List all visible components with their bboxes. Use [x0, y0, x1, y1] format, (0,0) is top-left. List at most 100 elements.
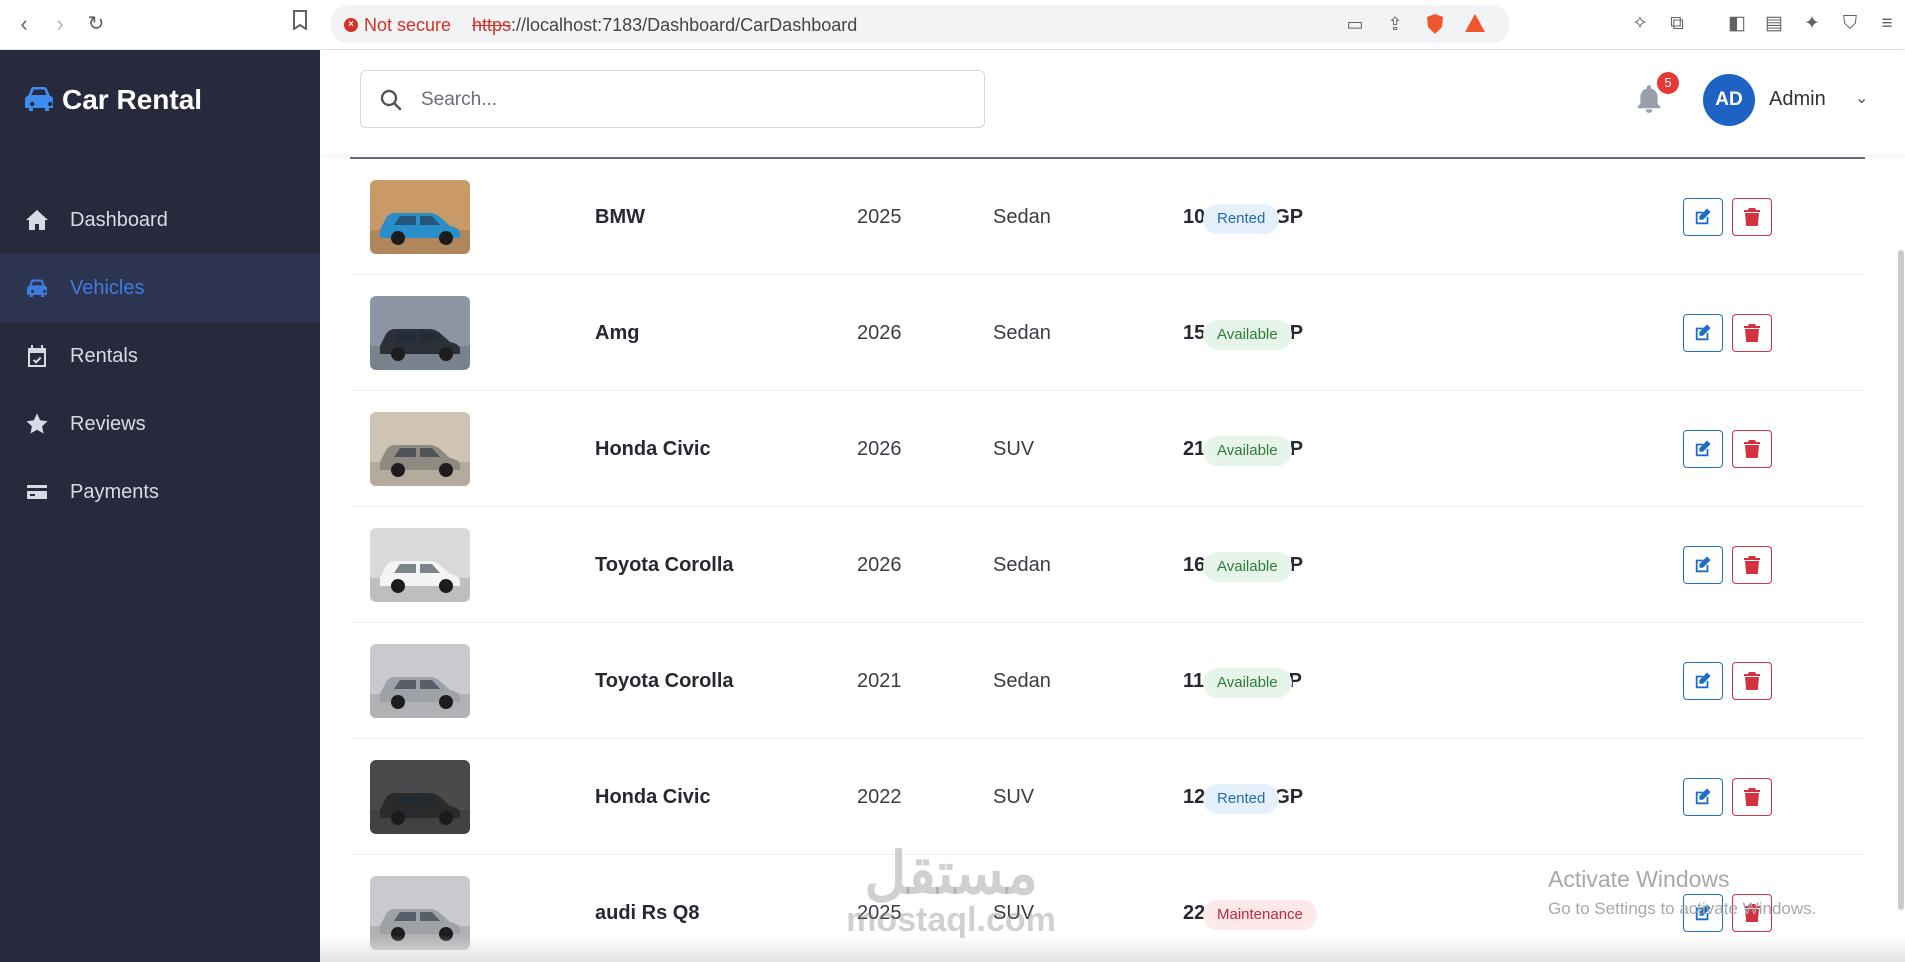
delete-button[interactable] [1732, 546, 1772, 584]
delete-button[interactable] [1732, 778, 1772, 816]
card-icon[interactable]: ▭ [1344, 13, 1366, 35]
status-badge: Available [1203, 320, 1292, 350]
share-icon[interactable]: ⇪ [1384, 13, 1406, 35]
activate-windows-notice: Activate Windows Go to Settings to activ… [1548, 866, 1816, 919]
delete-button[interactable] [1732, 198, 1772, 236]
car-thumbnail [370, 528, 470, 602]
notification-badge: 5 [1657, 72, 1679, 94]
vehicles-table: BMW2025Sedan1000.00 EGPRentedAmg2026Seda… [320, 154, 1905, 962]
home-icon [24, 207, 50, 233]
vpn-icon[interactable]: ⛉ [1838, 12, 1862, 36]
edit-button[interactable] [1683, 314, 1723, 352]
sidebar-item-rentals[interactable]: Rentals [0, 322, 320, 390]
vehicle-year: 2021 [857, 669, 902, 692]
status-badge: Rented [1203, 784, 1280, 814]
delete-button[interactable] [1732, 430, 1772, 468]
sidebar-item-label: Reviews [70, 412, 146, 435]
sidebar-item-dashboard[interactable]: Dashboard [0, 186, 320, 254]
edit-button[interactable] [1683, 778, 1723, 816]
search-box[interactable] [360, 70, 985, 128]
status-badge: Available [1203, 436, 1292, 466]
car-thumbnail [370, 180, 470, 254]
car-logo-icon [25, 87, 53, 111]
browser-toolbar: ‹ › ↻ × Not secure https://localhost:718… [0, 0, 1905, 50]
vehicle-type: SUV [993, 785, 1035, 808]
sidebar-item-label: Dashboard [70, 208, 168, 231]
car-thumbnail [370, 760, 470, 834]
screenshot-icon[interactable]: ⧉ [1665, 12, 1689, 36]
extensions-icon[interactable]: ✧ [1628, 12, 1652, 36]
sidebar-item-label: Vehicles [70, 276, 145, 299]
bookmark-icon[interactable] [286, 10, 314, 38]
activate-title: Activate Windows [1548, 866, 1730, 892]
not-secure-icon: × [344, 18, 358, 32]
edit-button[interactable] [1683, 546, 1723, 584]
car-photo [370, 412, 470, 486]
car-photo [370, 760, 470, 834]
car-icon [24, 275, 50, 301]
sidebar-menu: Dashboard Vehicles Rentals Reviews Payme… [0, 186, 320, 526]
vehicle-type: SUV [993, 437, 1035, 460]
sidebar-item-vehicles[interactable]: Vehicles [0, 254, 320, 322]
vehicle-year: 2025 [857, 205, 902, 228]
edit-icon [1695, 324, 1711, 341]
edit-button[interactable] [1683, 430, 1723, 468]
wallet-icon[interactable]: ▤ [1762, 12, 1786, 36]
page-scrollbar[interactable] [1898, 250, 1904, 910]
leo-ai-icon[interactable]: ✦ [1800, 12, 1824, 36]
table-row: Honda Civic2022SUV1200.00 EGPRented [350, 739, 1865, 855]
top-header: 5 AD Admin ⌄ [320, 50, 1905, 154]
watermark-latin: mostaql.com [846, 901, 1056, 939]
delete-button[interactable] [1732, 314, 1772, 352]
vehicle-make: Amg [595, 321, 640, 344]
address-bar[interactable]: × Not secure https://localhost:7183/Dash… [330, 5, 1510, 43]
url-path: ://localhost:7183/Dashboard/CarDashboard [511, 15, 858, 35]
vehicle-type: Sedan [993, 205, 1051, 228]
vehicle-year: 2026 [857, 437, 902, 460]
forward-icon[interactable]: › [46, 10, 74, 38]
url-text[interactable]: https://localhost:7183/Dashboard/CarDash… [472, 15, 857, 36]
security-label[interactable]: Not secure [364, 15, 451, 36]
avatar[interactable]: AD [1703, 74, 1755, 126]
edit-icon [1695, 440, 1711, 457]
brand[interactable]: Car Rental [22, 80, 202, 120]
edit-icon [1695, 208, 1711, 225]
back-icon[interactable]: ‹ [10, 10, 38, 38]
sidebar-item-payments[interactable]: Payments [0, 458, 320, 526]
table-row: Toyota Corolla2021Sedan1100.00 EGPAvaila… [350, 623, 1865, 739]
url-protocol: https [472, 15, 512, 35]
vehicle-make: Toyota Corolla [595, 669, 734, 692]
brave-shield-icon[interactable] [1424, 13, 1446, 35]
vehicle-make: BMW [595, 205, 645, 228]
vehicle-type: Sedan [993, 553, 1051, 576]
edit-icon [1695, 672, 1711, 689]
sidebar-toggle-icon[interactable]: ◧ [1725, 12, 1749, 36]
watermark-arabic: مستقل [864, 841, 1038, 906]
bottom-fade [320, 935, 1905, 962]
edit-button[interactable] [1683, 662, 1723, 700]
table-row: BMW2025Sedan1000.00 EGPRented [350, 159, 1865, 275]
edit-button[interactable] [1683, 198, 1723, 236]
trash-icon [1744, 672, 1760, 690]
star-icon [24, 411, 50, 437]
trash-icon [1744, 556, 1760, 574]
reload-icon[interactable]: ↻ [82, 10, 110, 38]
car-photo [370, 180, 470, 254]
sidebar-item-reviews[interactable]: Reviews [0, 390, 320, 458]
edit-icon [1695, 556, 1711, 573]
user-name[interactable]: Admin [1769, 88, 1826, 111]
brave-rewards-icon[interactable] [1464, 13, 1486, 35]
chevron-down-icon[interactable]: ⌄ [1855, 88, 1868, 108]
search-input[interactable] [421, 83, 961, 117]
menu-icon[interactable]: ≡ [1875, 12, 1899, 36]
vehicle-year: 2022 [857, 785, 902, 808]
vehicle-year: 2026 [857, 321, 902, 344]
brand-title: Car Rental [62, 84, 203, 115]
credit-card-icon [24, 479, 50, 505]
sidebar-item-label: Rentals [70, 344, 138, 367]
table-body: BMW2025Sedan1000.00 EGPRentedAmg2026Seda… [350, 159, 1865, 962]
status-badge: Maintenance [1203, 900, 1317, 930]
table-row: Honda Civic2026SUV2100.00 EGPAvailable [350, 391, 1865, 507]
delete-button[interactable] [1732, 662, 1772, 700]
vehicle-make: Honda Civic [595, 437, 711, 460]
